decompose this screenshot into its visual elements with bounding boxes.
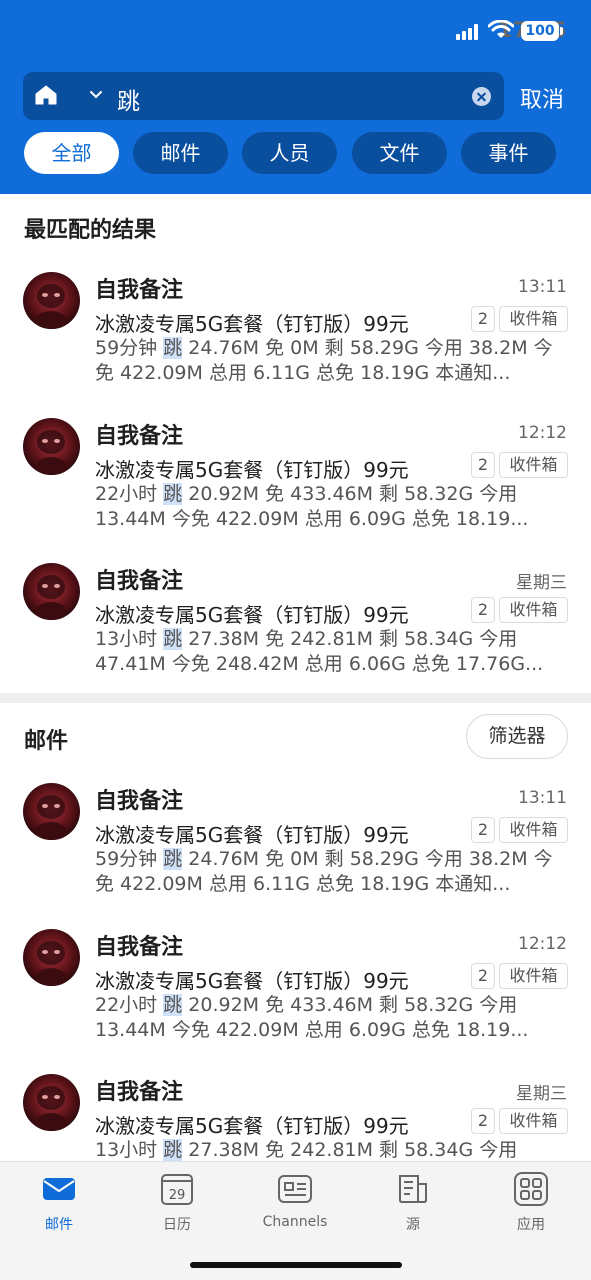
filter-chips: 全部 邮件 人员 文件 事件 [0,132,591,176]
status-bar: 17:25 100 [0,0,591,64]
mail-icon [43,1178,75,1200]
tab-apps[interactable]: 应用 [486,1172,576,1234]
chip-people[interactable]: 人员 [242,132,337,174]
mail-preview: 13小时 跳 27.38M 免 242.81M 剩 58.34G 今用 47.4… [95,628,544,675]
chevron-down-icon[interactable] [89,90,103,100]
mail-time: 13:11 [518,277,567,297]
avatar [23,418,80,475]
avatar [23,1074,80,1131]
search-highlight: 跳 [163,848,183,870]
mail-item[interactable]: 自我备注 12:12 冰激凌专属5G套餐（钉钉版）99元 2 收件箱 22小时 … [0,923,591,1063]
avatar [23,563,80,620]
feed-icon [399,1175,427,1203]
sender-name: 自我备注 [95,789,184,814]
chip-files[interactable]: 文件 [352,132,447,174]
search-highlight: 跳 [163,628,183,650]
folder-badge: 收件箱 [499,817,568,843]
wifi-icon [488,20,514,38]
best-match-item[interactable]: 自我备注 星期三 冰激凌专属5G套餐（钉钉版）99元 2 收件箱 13小时 跳 … [0,557,591,697]
mail-preview: 22小时 跳 20.92M 免 433.46M 剩 58.32G 今用 13.4… [95,483,529,530]
avatar [23,783,80,840]
mail-subject: 冰激凌专属5G套餐（钉钉版）99元 [95,969,409,993]
mail-preview: 59分钟 跳 24.76M 免 0M 剩 58.29G 今用 38.2M 今免 … [95,337,553,384]
section-divider [0,693,591,703]
sender-name: 自我备注 [95,1080,184,1105]
battery-icon: 100 [521,21,559,41]
tab-calendar[interactable]: 29 日历 [132,1172,222,1234]
sender-name: 自我备注 [95,278,184,303]
mail-preview: 22小时 跳 20.92M 免 433.46M 剩 58.32G 今用 13.4… [95,994,529,1041]
folder-badge: 收件箱 [499,306,568,332]
search-highlight: 跳 [163,337,183,359]
search-bar[interactable]: 跳 [23,72,504,120]
folder-badge: 收件箱 [499,597,568,623]
sender-name: 自我备注 [95,935,184,960]
search-input[interactable]: 跳 [117,82,140,116]
chip-all[interactable]: 全部 [24,132,119,174]
mail-time: 12:12 [518,934,567,954]
best-match-title: 最匹配的结果 [24,218,157,243]
clear-search-icon[interactable] [472,87,491,106]
search-highlight: 跳 [163,994,183,1016]
mail-subject: 冰激凌专属5G套餐（钉钉版）99元 [95,458,409,482]
chip-mail[interactable]: 邮件 [133,132,228,174]
avatar [23,272,80,329]
avatar [23,929,80,986]
tab-mail[interactable]: 邮件 [14,1172,104,1234]
apps-icon [514,1172,548,1206]
search-highlight: 跳 [163,1139,183,1161]
mail-time: 星期三 [516,573,567,593]
best-match-item[interactable]: 自我备注 13:11 冰激凌专属5G套餐（钉钉版）99元 2 收件箱 59分钟 … [0,266,591,406]
cellular-signal-icon [456,23,482,40]
cancel-button[interactable]: 取消 [520,82,564,114]
filter-button[interactable]: 筛选器 [466,714,568,759]
thread-count-badge: 2 [471,306,495,332]
thread-count-badge: 2 [471,452,495,478]
mail-subject: 冰激凌专属5G套餐（钉钉版）99元 [95,603,409,627]
sender-name: 自我备注 [95,569,184,594]
mail-subject: 冰激凌专属5G套餐（钉钉版）99元 [95,312,409,336]
svg-text:29: 29 [169,1188,186,1203]
folder-badge: 收件箱 [499,963,568,989]
thread-count-badge: 2 [471,963,495,989]
mail-section-title: 邮件 [24,729,69,754]
mail-time: 13:11 [518,788,567,808]
tab-channels[interactable]: Channels [250,1172,340,1230]
folder-badge: 收件箱 [499,1108,568,1134]
tab-feed[interactable]: 源 [368,1172,458,1234]
sender-name: 自我备注 [95,424,184,449]
search-highlight: 跳 [163,483,183,505]
mail-preview: 59分钟 跳 24.76M 免 0M 剩 58.29G 今用 38.2M 今免 … [95,848,553,895]
calendar-icon: 29 [161,1174,193,1205]
mail-item[interactable]: 自我备注 13:11 冰激凌专属5G套餐（钉钉版）99元 2 收件箱 59分钟 … [0,777,591,917]
thread-count-badge: 2 [471,597,495,623]
mail-subject: 冰激凌专属5G套餐（钉钉版）99元 [95,1114,409,1138]
mail-subject: 冰激凌专属5G套餐（钉钉版）99元 [95,823,409,847]
mail-time: 12:12 [518,423,567,443]
battery-nub [560,27,563,35]
folder-badge: 收件箱 [499,452,568,478]
thread-count-badge: 2 [471,1108,495,1134]
chip-events[interactable]: 事件 [461,132,556,174]
home-indicator[interactable] [190,1262,402,1268]
mail-time: 星期三 [516,1084,567,1104]
channels-icon [278,1175,312,1203]
home-icon[interactable] [35,84,57,106]
thread-count-badge: 2 [471,817,495,843]
best-match-item[interactable]: 自我备注 12:12 冰激凌专属5G套餐（钉钉版）99元 2 收件箱 22小时 … [0,412,591,552]
